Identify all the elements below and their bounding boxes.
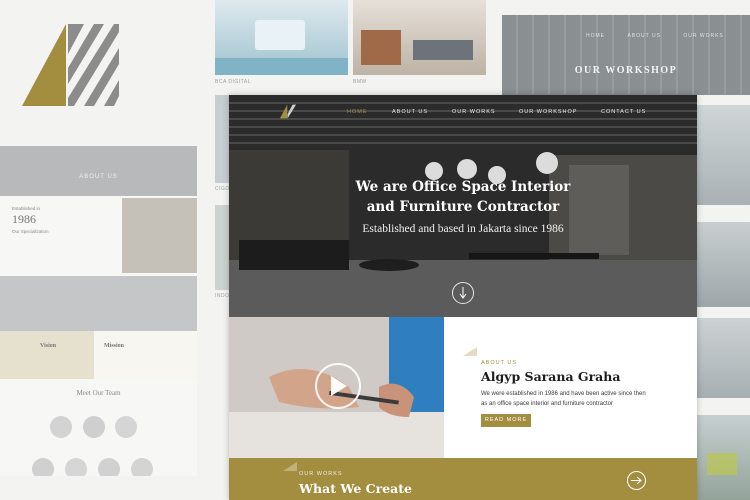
thumb-caption: INDO <box>215 293 230 299</box>
play-button[interactable] <box>315 363 361 409</box>
hero-title-line: and Furniture Contractor <box>366 199 560 215</box>
hero-title-line: We are Office Space Interior <box>355 179 571 195</box>
arrow-down-circle-icon <box>459 287 467 299</box>
project-thumb-bmw[interactable] <box>353 0 486 75</box>
nav-about-us[interactable]: ABOUT US <box>392 109 428 115</box>
hero-subtitle: Established and based in Jakarta since 1… <box>362 223 564 235</box>
works-section: OUR WORKS What We Create <box>229 458 697 500</box>
hero-section: HOME ABOUT US OUR WORKS OUR WORKSHOP CON… <box>229 95 697 317</box>
specialization-label: Our Specialization <box>12 229 49 234</box>
project-thumb-cigo[interactable] <box>215 95 229 183</box>
workshop-photo <box>697 318 750 398</box>
accent-triangle-icon <box>283 462 297 471</box>
team-avatar <box>98 458 120 476</box>
brand-logo <box>22 24 119 106</box>
mission-block: Mission <box>94 331 197 379</box>
accent-triangle-icon <box>463 347 477 356</box>
arrow-right-circle-icon <box>631 476 642 485</box>
about-video[interactable] <box>229 317 444 458</box>
about-page-preview: ABOUT US Established in 1986 Our Special… <box>0 146 197 476</box>
project-thumb-indo[interactable] <box>215 205 229 290</box>
team-avatar <box>65 458 87 476</box>
about-page-band <box>0 276 197 331</box>
play-icon <box>331 376 347 396</box>
about-title: Algyp Sarana Graha <box>481 369 621 384</box>
workshop-page-title: OUR WORKSHOP <box>574 65 678 76</box>
scroll-down-button[interactable] <box>452 282 474 304</box>
about-page-photo <box>122 198 197 273</box>
established-year: 1986 <box>12 212 36 226</box>
workshop-nav-item[interactable]: ABOUT US <box>627 33 660 39</box>
mission-title: Mission <box>104 343 125 349</box>
workshop-photo <box>697 222 750 307</box>
nav-our-works[interactable]: OUR WORKS <box>452 109 496 115</box>
nav-contact-us[interactable]: CONTACT US <box>601 109 646 115</box>
project-thumb-bca[interactable] <box>215 0 348 75</box>
about-page-title: ABOUT US <box>79 174 118 180</box>
nav-home[interactable]: HOME <box>347 109 368 115</box>
about-description: We were established in 1986 and have bee… <box>481 391 646 407</box>
hero-title: We are Office Space Interior and Furnitu… <box>229 177 697 217</box>
established-label: Established in <box>12 206 41 211</box>
vision-block: Vision <box>0 331 94 379</box>
read-more-button[interactable]: READ MORE <box>481 414 531 427</box>
header-logo-icon[interactable] <box>279 104 297 119</box>
thumb-caption: CIGO <box>215 186 230 192</box>
team-avatar <box>83 416 105 438</box>
team-avatar <box>131 458 153 476</box>
works-eyebrow: OUR WORKS <box>299 471 343 477</box>
team-avatar <box>32 458 54 476</box>
nav-our-workshop[interactable]: OUR WORKSHOP <box>519 109 577 115</box>
workshop-nav-item[interactable]: HOME <box>586 33 605 39</box>
team-title: Meet Our Team <box>76 389 121 397</box>
workshop-page-preview: HOME ABOUT US OUR WORKS OUR WORKSHOP <box>502 15 750 95</box>
workshop-nav: HOME ABOUT US OUR WORKS <box>586 24 742 42</box>
vision-title: Vision <box>40 343 57 349</box>
workshop-photo <box>697 105 750 205</box>
about-section: ABOUT US Algyp Sarana Graha We were esta… <box>444 317 697 458</box>
works-title: What We Create <box>299 481 412 496</box>
about-eyebrow: ABOUT US <box>481 360 518 366</box>
about-page-hero: ABOUT US <box>0 146 197 196</box>
works-next-button[interactable] <box>627 471 646 490</box>
team-avatar <box>50 416 72 438</box>
homepage-preview: HOME ABOUT US OUR WORKS OUR WORKSHOP CON… <box>229 95 697 500</box>
thumb-caption: BCA DIGITAL <box>215 79 251 85</box>
team-avatar <box>115 416 137 438</box>
workshop-nav-item[interactable]: OUR WORKS <box>683 33 723 39</box>
thumb-caption: BMW <box>353 79 367 85</box>
workshop-photo <box>697 415 750 500</box>
